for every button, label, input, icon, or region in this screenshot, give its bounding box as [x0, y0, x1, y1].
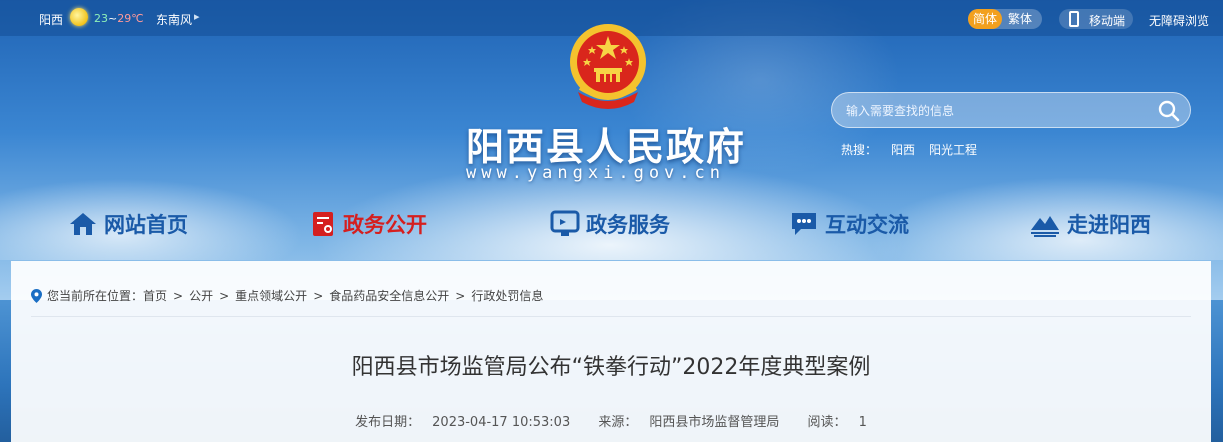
weather-city: 阳西	[39, 13, 64, 27]
monitor-icon	[550, 210, 580, 236]
divider	[31, 316, 1191, 317]
temp-high: 29℃	[117, 12, 144, 25]
location-pin-icon	[31, 288, 42, 303]
breadcrumb-item[interactable]: 首页	[143, 287, 167, 304]
breadcrumb-item[interactable]: 公开	[189, 287, 213, 304]
home-icon	[70, 213, 96, 235]
hot-search-term[interactable]: 阳西	[891, 143, 915, 157]
read-count: 阅读： 1	[802, 415, 873, 430]
breadcrumb-separator: >	[173, 288, 184, 303]
breadcrumb-prefix: 您当前所在位置：	[47, 289, 144, 303]
nav-item-services[interactable]: 政务服务	[550, 204, 670, 244]
nav-item-label: 政务公开	[343, 213, 427, 237]
accessibility-link[interactable]: 无障碍浏览	[1149, 12, 1209, 29]
main-nav: 网站首页 政务公开 政务服务 互动交流 走进阳西	[0, 204, 1223, 244]
breadcrumb-separator: >	[455, 288, 466, 303]
hot-search-term[interactable]: 阳光工程	[929, 143, 977, 157]
search-input[interactable]	[846, 101, 1146, 121]
mobile-phone-icon	[1069, 11, 1079, 27]
hot-search-label: 热搜：	[841, 143, 878, 157]
source-value: 阳西县市场监督管理局	[649, 415, 780, 430]
breadcrumb-separator: >	[219, 288, 230, 303]
temp-separator: ~	[108, 12, 118, 25]
nav-item-label: 走进阳西	[1067, 213, 1151, 237]
breadcrumb-item[interactable]: 食品药品安全信息公开	[329, 287, 449, 304]
breadcrumb-item[interactable]: 行政处罚信息	[471, 287, 543, 304]
landscape-icon	[1031, 216, 1059, 237]
weather-temperature: 23~29℃	[94, 12, 144, 25]
publish-date-label: 发布日期：	[355, 415, 421, 430]
publish-date-value: 2023-04-17 10:53:03	[432, 415, 571, 430]
chat-icon	[792, 213, 816, 235]
breadcrumb-separator: >	[313, 288, 324, 303]
hot-search: 热搜： 阳西 阳光工程	[841, 141, 991, 158]
breadcrumb: 您当前所在位置： 首页 > 公开 > 重点领域公开 > 食品药品安全信息公开 >…	[31, 287, 543, 304]
reads-label: 阅读：	[807, 415, 847, 430]
nav-item-home[interactable]: 网站首页	[68, 204, 188, 244]
chevron-right-icon: ▸	[194, 10, 200, 23]
nav-item-about[interactable]: 走进阳西	[1029, 204, 1151, 244]
national-emblem-icon	[570, 24, 646, 109]
nav-item-label: 政务服务	[586, 213, 670, 237]
site-url: www.yangxi.gov.cn	[466, 163, 725, 183]
language-switcher: 简体 繁体	[968, 9, 1042, 29]
nav-item-government-affairs[interactable]: 政务公开	[311, 204, 427, 244]
search-icon[interactable]	[1158, 100, 1180, 122]
source-label: 来源：	[598, 415, 638, 430]
sun-icon	[70, 8, 88, 26]
nav-item-label: 网站首页	[104, 213, 188, 237]
mobile-version-button[interactable]: 移动端	[1059, 9, 1133, 29]
lang-simplified-button[interactable]: 简体	[968, 9, 1002, 29]
content-panel: 您当前所在位置： 首页 > 公开 > 重点领域公开 > 食品药品安全信息公开 >…	[11, 261, 1211, 442]
breadcrumb-item[interactable]: 重点领域公开	[235, 287, 307, 304]
article-source: 来源： 阳西县市场监督管理局	[592, 415, 785, 430]
article-meta: 发布日期： 2023-04-17 10:53:03 来源： 阳西县市场监督管理局 阅…	[11, 411, 1211, 430]
document-icon	[313, 212, 333, 236]
nav-item-label: 互动交流	[825, 213, 909, 237]
publish-date: 发布日期： 2023-04-17 10:53:03	[349, 415, 576, 430]
article-title: 阳西县市场监管局公布“铁拳行动”2022年度典型案例	[351, 355, 871, 380]
weather-wind: 东南风	[156, 13, 193, 27]
lang-traditional-button[interactable]: 繁体	[1008, 9, 1032, 29]
nav-item-interaction[interactable]: 互动交流	[789, 204, 909, 244]
reads-value: 1	[858, 415, 867, 430]
temp-low: 23	[94, 12, 108, 25]
search-bar	[831, 92, 1191, 128]
mobile-label: 移动端	[1089, 14, 1126, 28]
